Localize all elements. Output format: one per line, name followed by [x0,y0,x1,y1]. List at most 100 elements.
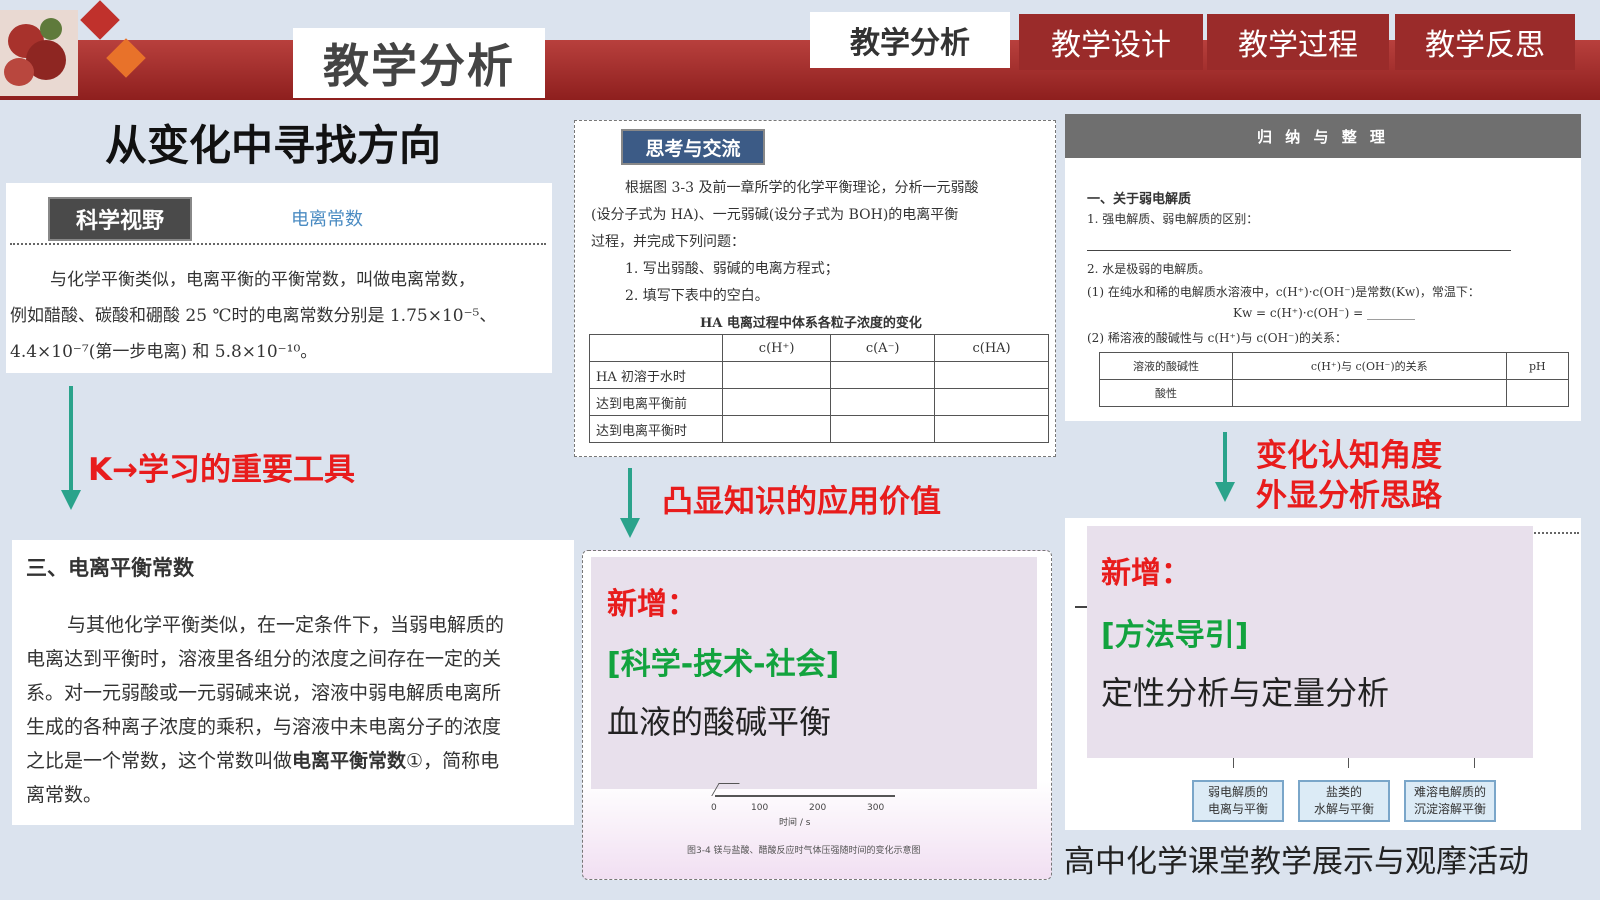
tab-label: 教学分析 [850,26,970,61]
table-cell [830,361,936,389]
para-line: 生成的各种离子浓度的乘积，与溶液中未电离分子的浓度 [26,716,502,738]
term-bold: 电离平衡常数 [292,750,407,772]
table-cell: 酸性 [1099,379,1233,407]
table-header-row: 溶液的酸碱性 c(H⁺)与 c(OH⁻)的关系 pH [1099,352,1570,380]
table-cell [721,361,832,389]
tab-label: 教学过程 [1238,28,1358,63]
table-cell [721,415,832,443]
down-arrow-shaft [628,468,632,520]
excerpt-subtitle: 电离常数 [291,209,363,230]
textbook-excerpt-new-1: 三、电离平衡常数 与其他化学平衡类似，在一定条件下，当弱电解质的 电离达到平衡时… [12,540,574,825]
arrow-annotation: 变化认知角度 [1256,438,1442,474]
category-label: [科学-技术-社会] [607,647,840,682]
topic-label: 血液的酸碱平衡 [607,703,832,741]
excerpt-line: 与化学平衡类似，电离平衡的平衡常数，叫做电离常数， [50,270,475,290]
acidity-table: 溶液的酸碱性 c(H⁺)与 c(OH⁻)的关系 pH 酸性 [1099,352,1570,407]
textbook-excerpt-old-3: 归 纳 与 整 理 一、关于弱电解质 1. 强电解质、弱电解质的区别： 2. 水… [1065,114,1581,421]
tab-label: 教学反思 [1425,28,1545,63]
axis-tick: 200 [809,803,827,813]
excerpt-line: 4.4×10⁻⁷(第一步电离) 和 5.8×10⁻¹⁰。 [10,342,318,362]
new-content-card-2: 新增： [科学-技术-社会] 血液的酸碱平衡 0 100 200 300 时间 … [582,550,1052,880]
down-arrow-shaft [69,386,73,492]
table-cell [721,388,832,416]
excerpt-line: 根据图 3-3 及前一章所学的化学平衡理论，分析一元弱酸 [625,180,979,196]
down-arrow-icon [1215,482,1235,502]
chip-label: 盐类的 水解与平衡 [1313,785,1374,816]
para-line: 之比是一个常数，这个常数叫做电离平衡常数①，简称电 [26,746,499,773]
tree-connector [1348,758,1349,768]
main-heading: 从变化中寻找方向 [105,121,442,170]
topic-label: 定性分析与定量分析 [1101,674,1390,712]
kw-formula: Kw = c(H⁺)·c(OH⁻) = ________ [1233,306,1416,320]
concentration-table: c(H⁺) c(A⁻) c(HA) HA 初溶于水时 达到电离平衡前 达到电离平… [589,334,1049,443]
table-caption: HA 电离过程中体系各粒子浓度的变化 [700,316,922,331]
para-line: 系。对一元弱酸或一元弱碱来说，溶液中弱电解质电离所 [26,682,502,704]
question-line: 2. 水是极弱的电解质。 [1087,262,1211,276]
table-header-cell: pH [1505,352,1570,380]
excerpt-line: 过程，并完成下列问题： [591,234,745,250]
badge-text: 思考与交流 [645,137,741,160]
table-cell: 达到电离平衡时 [589,415,723,443]
page-title: 教学分析 [323,39,515,93]
science-view-badge: 科学视野 [48,197,192,241]
axis-unit: 时间 / s [779,818,811,828]
decor-diamond-1 [80,0,120,40]
header-watermark [820,78,1580,96]
figure-caption: 图3-4 镁与盐酸、醋酸反应时气体压强随时间的变化示意图 [687,846,921,856]
dash-fragment [1075,606,1087,608]
tab-teaching-reflection[interactable]: 教学反思 [1395,14,1575,70]
table-cell: HA 初溶于水时 [589,361,723,389]
new-content-card-3: 新增： [方法导引] 定性分析与定量分析 弱电解质的 电离与平衡 盐类的 水解与… [1065,518,1581,830]
table-header-cell [589,334,723,362]
para-text: ①，简称电 [406,750,500,772]
table-cell [934,361,1049,389]
table-cell: 达到电离平衡前 [589,388,723,416]
category-label: [方法导引] [1101,618,1249,653]
table-cell [1232,379,1507,407]
table-header-cell: c(H⁺) [721,334,832,362]
excerpt-line: (设分子式为 HA)、一元弱碱(设分子式为 BOH)的电离平衡 [591,207,959,223]
tab-teaching-analysis[interactable]: 教学分析 [810,12,1010,68]
topic-chip: 盐类的 水解与平衡 [1298,780,1390,822]
answer-rule [1087,250,1511,251]
table-header-cell: c(HA) [934,334,1049,362]
new-label: 新增： [1101,556,1191,591]
axis-tick: 300 [867,803,885,813]
arrow-annotation: 外显分析思路 [1256,478,1442,514]
section-line: 一、关于弱电解质 [1087,192,1192,207]
para-line: 与其他化学平衡类似，在一定条件下，当弱电解质的 [67,614,505,636]
excerpt-line: 例如醋酸、碳酸和硼酸 25 ℃时的电离常数分别是 1.75×10⁻⁵、 [10,306,497,326]
table-row: 达到电离平衡前 [589,388,1049,416]
tab-teaching-design[interactable]: 教学设计 [1019,14,1203,70]
table-cell [830,388,936,416]
textbook-excerpt-old-2: 思考与交流 根据图 3-3 及前一章所学的化学平衡理论，分析一元弱酸 (设分子式… [574,120,1056,457]
question-line: (2) 稀溶液的酸碱性与 c(H⁺)与 c(OH⁻)的关系： [1087,331,1348,345]
excerpt-line: 1. 写出弱酸、弱碱的电离方程式； [625,261,839,277]
tree-connector [1233,758,1475,768]
table-cell [934,415,1049,443]
logo-image [0,10,78,96]
para-text: 之比是一个常数，这个常数叫做 [26,750,293,772]
page-title-box: 教学分析 [293,28,545,98]
question-line: 1. 强电解质、弱电解质的区别： [1087,212,1259,226]
footer-caption: 高中化学课堂教学展示与观摩活动 [1064,844,1529,880]
new-label: 新增： [607,587,697,622]
table-header-cell: 溶液的酸碱性 [1099,352,1233,380]
table-header-cell: c(H⁺)与 c(OH⁻)的关系 [1232,352,1507,380]
table-cell [1505,379,1570,407]
section-title: 三、电离平衡常数 [26,556,194,580]
summary-header-bar: 归 纳 与 整 理 [1065,114,1581,158]
excerpt-line: 2. 填写下表中的空白。 [625,288,769,304]
table-row: 达到电离平衡时 [589,415,1049,443]
tab-teaching-process[interactable]: 教学过程 [1207,14,1389,70]
down-arrow-icon [620,518,640,538]
table-header-row: c(H⁺) c(A⁻) c(HA) [589,334,1049,362]
down-arrow-icon [61,490,81,510]
para-line: 离常数。 [26,784,103,806]
topic-chip: 难溶电解质的 沉淀溶解平衡 [1404,780,1496,822]
tab-label: 教学设计 [1051,28,1171,63]
table-row: 酸性 [1099,379,1570,407]
arrow-annotation: 凸显知识的应用价值 [662,484,941,520]
dotted-rule [10,243,546,245]
arrow-annotation: K→学习的重要工具 [88,452,355,488]
